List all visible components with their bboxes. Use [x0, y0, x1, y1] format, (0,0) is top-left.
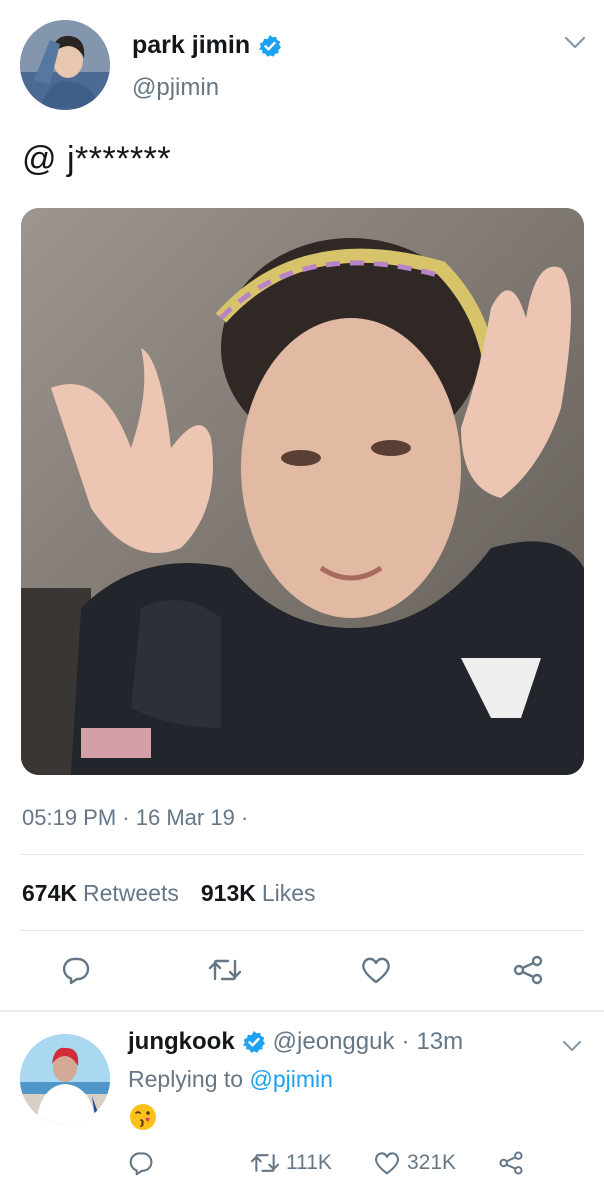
reply-button[interactable] [128, 1148, 154, 1178]
tweet-actions [0, 950, 604, 990]
reply-actions: 111K 321K [128, 1148, 548, 1178]
reply-icon [62, 957, 90, 985]
retweet-icon [208, 959, 242, 981]
tweet-time: 05:19 PM [22, 805, 117, 830]
reply-tweet[interactable]: jungkook @jeongguk · 13m Replying to @pj… [0, 1012, 604, 1200]
meta-separator: · [240, 805, 249, 830]
like-button[interactable] [356, 950, 396, 990]
reply-avatar[interactable] [20, 1034, 110, 1124]
replying-prefix: Replying to [128, 1066, 244, 1092]
likes-count: 913K [200, 880, 256, 906]
retweets-stat[interactable]: 674K Retweets [22, 880, 179, 907]
retweet-icon [250, 1154, 280, 1172]
divider [20, 930, 584, 931]
share-button[interactable] [508, 950, 548, 990]
reply-separator: · [401, 1028, 410, 1055]
retweet-button[interactable] [205, 950, 245, 990]
reply-time[interactable]: 13m [416, 1028, 463, 1056]
replying-to: Replying to @pjimin [128, 1066, 333, 1093]
reply-button[interactable] [56, 950, 96, 990]
like-icon [374, 1152, 400, 1175]
display-name[interactable]: park jimin [132, 31, 250, 60]
share-button[interactable] [498, 1148, 524, 1178]
likes-label: Likes [261, 880, 316, 906]
chevron-down-icon[interactable] [564, 36, 586, 50]
meta-separator: · [122, 805, 130, 830]
chevron-down-icon[interactable] [562, 1040, 582, 1052]
main-tweet: park jimin @pjimin @ j******* 05:19 PM ·… [0, 0, 604, 1012]
tweet-timestamp[interactable]: 05:19 PM · 16 Mar 19 · [22, 805, 248, 831]
tweet-date: 16 Mar 19 [135, 805, 235, 830]
reply-display-name[interactable]: jungkook [128, 1028, 235, 1056]
reply-like-count: 321K [407, 1151, 457, 1174]
share-icon [513, 955, 543, 985]
tweet-stats: 674K Retweets 913K Likes [22, 880, 316, 907]
verified-badge-icon [259, 34, 282, 57]
retweets-label: Retweets [82, 880, 179, 906]
likes-stat[interactable]: 913K Likes [201, 880, 316, 907]
tweet-photo[interactable] [21, 208, 584, 775]
tweet-text: @ j******* [22, 140, 172, 178]
handle[interactable]: @pjimin [132, 74, 219, 102]
divider [20, 854, 584, 855]
like-button[interactable]: 321K [373, 1148, 456, 1178]
reply-handle[interactable]: @jeongguk [273, 1028, 395, 1056]
retweets-count: 674K [22, 880, 77, 906]
like-icon [362, 957, 390, 984]
verified-badge-icon [242, 1031, 265, 1053]
kissing-face-emoji [130, 1104, 156, 1130]
reply-retweet-count: 111K [286, 1151, 332, 1174]
share-icon [499, 1151, 523, 1175]
retweet-button[interactable]: 111K [250, 1148, 332, 1178]
replying-to-link[interactable]: @pjimin [249, 1066, 332, 1092]
avatar[interactable] [20, 20, 110, 110]
reply-icon [129, 1152, 153, 1176]
